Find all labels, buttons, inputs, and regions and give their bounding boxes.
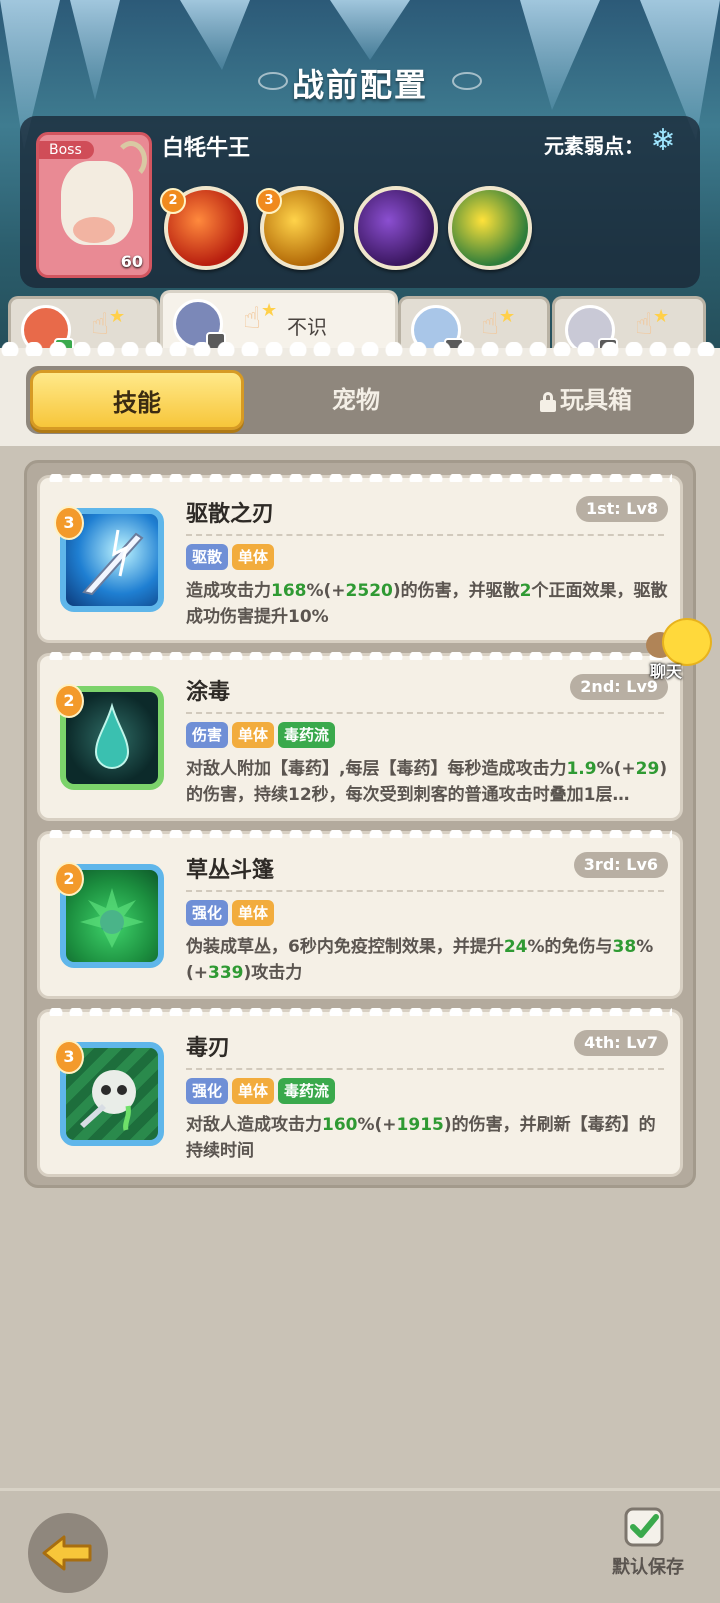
skill-level-badge: 2: [54, 684, 84, 718]
highlight-value: 38: [612, 937, 637, 957]
back-button[interactable]: [28, 1513, 108, 1593]
tap-hand-icon: ☝ ★: [481, 306, 516, 342]
skill-description: 伪装成草丛，6秒内免疫控制效果，并提升24%的免伤与38%(+339)攻击力: [186, 934, 668, 986]
snowflake-icon: ❄: [650, 123, 676, 158]
tap-hand-icon: ☝ ★: [243, 300, 278, 336]
skill-tag: 强化: [186, 900, 229, 926]
page-title: 战前配置: [291, 66, 428, 104]
highlight-value: 168: [271, 581, 307, 601]
default-save-label: 默认保存: [612, 1557, 684, 1578]
skill-level-badge: 3: [54, 1040, 84, 1074]
highlight-value: 2520: [345, 581, 393, 601]
highlight-value: 29: [635, 759, 660, 779]
skill-rank: 1st: Lv8: [575, 496, 668, 522]
skill-tag: 毒药流: [278, 722, 336, 748]
skill-description: 对敌人附加【毒药】,每层【毒药】每秒造成攻击力1.9%(+29)的伤害，持续12…: [186, 756, 668, 808]
skill-tag: 驱散: [186, 544, 229, 570]
description-text: %(+: [357, 1115, 397, 1135]
highlight-value: 2: [519, 581, 532, 601]
skill-level-badge: 2: [160, 188, 186, 214]
yak-horn: [115, 141, 147, 179]
description-text: )的伤害，并驱散: [392, 581, 520, 601]
divider: [186, 1068, 664, 1070]
back-arrow-icon: [42, 1535, 92, 1571]
skill-name: 毒刃: [186, 1036, 231, 1061]
skill-level-badge: 3: [54, 506, 84, 540]
skill-card[interactable]: 2 涂毒 2nd: Lv9 伤害 单体 毒药流 对敌人附加【毒药】,每层【毒药】每秒…: [37, 652, 683, 821]
tab-pets[interactable]: 宠物: [266, 370, 446, 430]
description-text: 对敌人造成攻击力: [186, 1115, 322, 1135]
skill-tag: 强化: [186, 1078, 229, 1104]
skill-description: 对敌人造成攻击力160%(+1915)的伤害，并刷新【毒药】的持续时间: [186, 1112, 668, 1164]
highlight-value: 24: [503, 937, 528, 957]
highlight-value: 160: [322, 1115, 358, 1135]
boss-skill-3[interactable]: [354, 186, 438, 270]
skill-tags: 伤害 单体 毒药流: [186, 722, 339, 748]
skill-tag: 单体: [232, 544, 275, 570]
skill-tags: 强化 单体 毒药流: [186, 1078, 339, 1104]
skill-card[interactable]: 2 草丛斗篷 3rd: Lv6 强化 单体 伪装成草丛，6秒内免疫控制效果，并提升…: [37, 830, 683, 999]
tab-toybox-label: 玩具箱: [560, 386, 632, 414]
category-tab-bar: 技能 宠物 玩具箱: [26, 366, 694, 434]
skill-tag: 单体: [232, 722, 275, 748]
boss-tag: Boss: [39, 141, 94, 159]
skill-rank: 3rd: Lv6: [573, 852, 668, 878]
skill-name: 驱散之刃: [186, 502, 275, 527]
skill-rank: 4th: Lv7: [574, 1030, 668, 1056]
chat-button[interactable]: 聊天: [646, 618, 716, 682]
description-text: 伪装成草丛，6秒内免疫控制效果，并提升: [186, 937, 504, 957]
highlight-value: 1.9: [566, 759, 597, 779]
divider: [186, 534, 664, 536]
boss-portrait[interactable]: Boss 60: [36, 132, 152, 278]
skill-name: 涂毒: [186, 680, 231, 705]
yak-snout: [73, 217, 115, 243]
boss-level: 60: [120, 252, 143, 271]
skill-tags: 强化 单体: [186, 900, 278, 926]
skill-tags: 驱散 单体: [186, 544, 278, 570]
skill-tag: 单体: [232, 1078, 275, 1104]
description-text: %(+: [306, 581, 346, 601]
boss-info-panel: Boss 60 白牦牛王 元素弱点： ❄ 2 3: [20, 116, 700, 288]
skill-description: 造成攻击力168%(+2520)的伤害，并驱散2个正面效果，驱散成功伤害提升10…: [186, 578, 668, 630]
skill-card[interactable]: 3 驱散之刃 1st: Lv8 驱散 单体 造成攻击力168%(+2520)的伤害…: [37, 474, 683, 643]
chat-label: 聊天: [650, 662, 683, 681]
skill-level-badge: 3: [256, 188, 282, 214]
skill-tag: 单体: [232, 900, 275, 926]
default-save-checkbox[interactable]: [624, 1507, 664, 1547]
description-text: %的免伤与: [527, 937, 613, 957]
skill-name: 草丛斗篷: [186, 858, 275, 883]
element-weakness-label: 元素弱点：: [544, 134, 644, 158]
lock-icon: [540, 392, 556, 412]
boss-skill-4[interactable]: [448, 186, 532, 270]
tab-toybox[interactable]: 玩具箱: [486, 370, 686, 430]
tab-skills[interactable]: 技能: [30, 370, 244, 430]
boss-name: 白牦牛王: [162, 136, 251, 161]
tap-hand-icon: ☝ ★: [91, 306, 126, 342]
highlight-value: 339: [208, 963, 244, 983]
highlight-value: 1915: [396, 1115, 444, 1135]
description-text: %(+: [596, 759, 636, 779]
boss-skill-1[interactable]: 2: [160, 186, 248, 270]
skill-tag: 伤害: [186, 722, 229, 748]
boss-skill-2[interactable]: 3: [256, 186, 344, 270]
bottom-bar: 默认保存: [0, 1488, 720, 1603]
tap-hand-icon: ☝ ★: [635, 306, 670, 342]
ice-crystal: [330, 0, 410, 60]
skill-card[interactable]: 3 毒刃 4th: Lv7 强化 单体 毒药流 对敌人造成攻击力160%(+1915…: [37, 1008, 683, 1177]
skill-tag: 毒药流: [278, 1078, 336, 1104]
skill-level-badge: 2: [54, 862, 84, 896]
description-text: 造成攻击力: [186, 581, 271, 601]
hero-name: 不识: [287, 315, 327, 339]
divider: [186, 890, 664, 892]
description-text: 对敌人附加【毒药】,每层【毒药】每秒造成攻击力: [186, 759, 567, 779]
divider: [186, 712, 664, 714]
skill-list: 3 驱散之刃 1st: Lv8 驱散 单体 造成攻击力168%(+2520)的伤害…: [24, 460, 696, 1188]
description-text: )攻击力: [243, 963, 303, 983]
